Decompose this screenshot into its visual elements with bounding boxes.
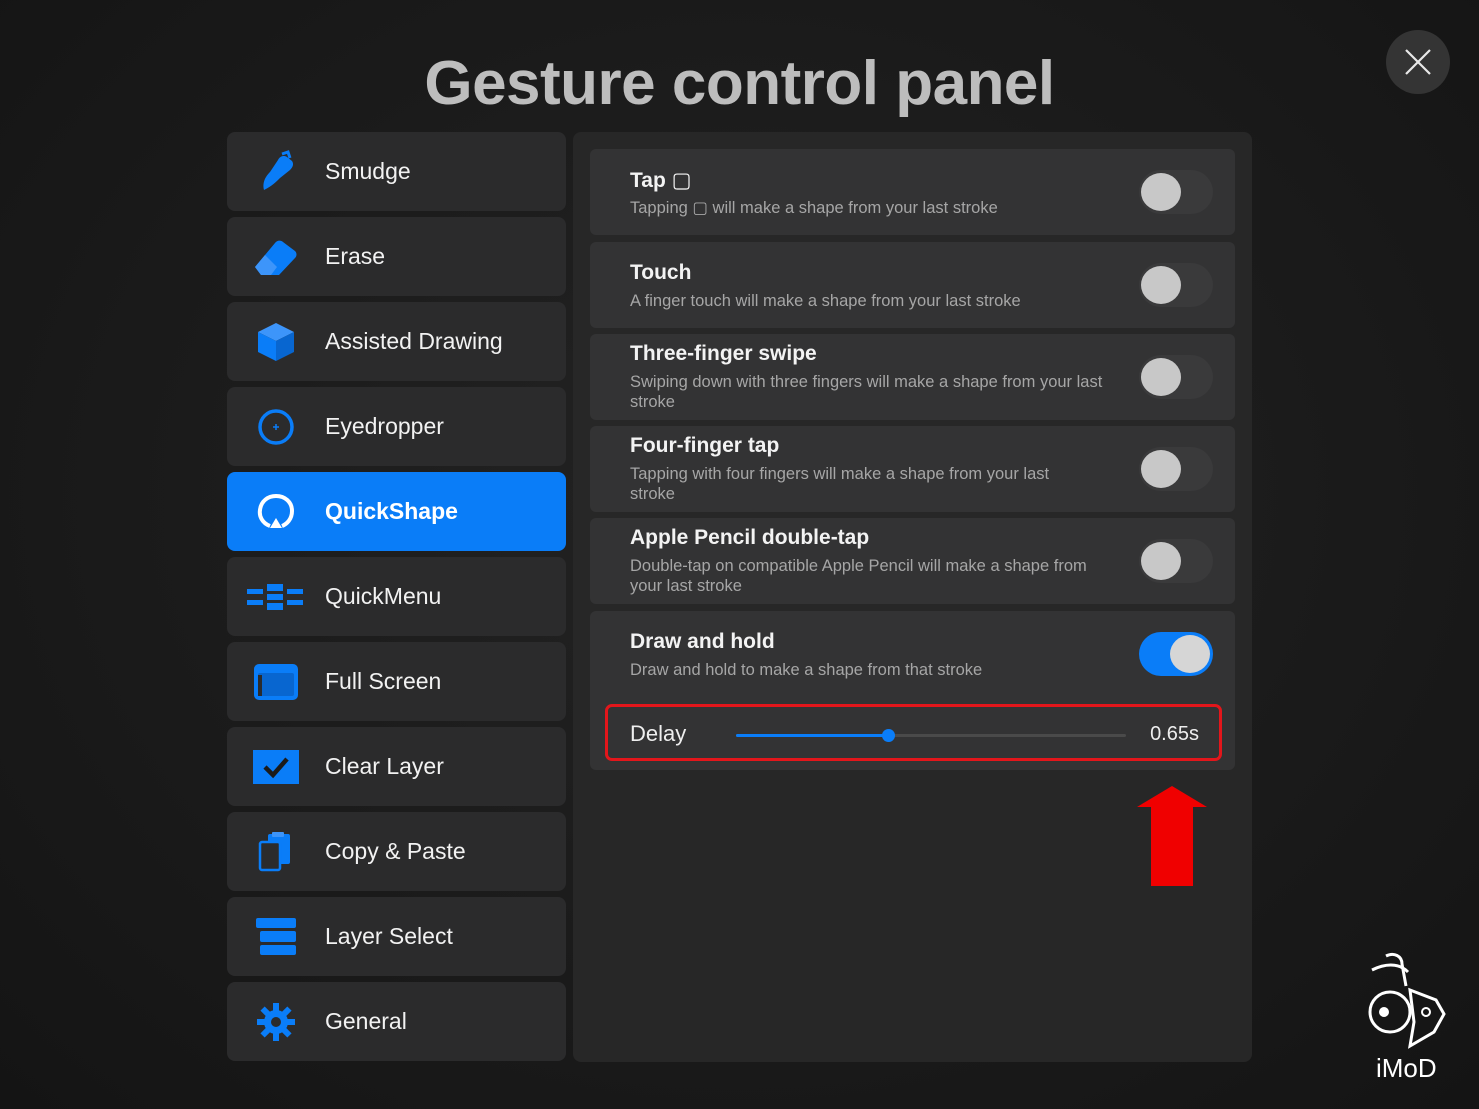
eyedropper-icon: [227, 387, 325, 466]
sidebar-item-eyedropper[interactable]: Eyedropper: [227, 387, 566, 466]
sidebar-item-label: General: [325, 1008, 407, 1034]
quickshape-icon: [227, 472, 325, 551]
fullscreen-icon: [227, 642, 325, 721]
setting-description: Draw and hold to make a shape from that …: [630, 661, 983, 679]
touch-toggle[interactable]: [1139, 263, 1213, 307]
apple-pencil-double-tap-toggle[interactable]: [1139, 539, 1213, 583]
three-finger-swipe-toggle[interactable]: [1139, 355, 1213, 399]
delay-value: 0.65s: [1150, 723, 1199, 745]
sidebar-item-general[interactable]: General: [227, 982, 566, 1061]
setting-row-apple-pencil-double-tap: Apple Pencil double-tap Double-tap on co…: [590, 518, 1235, 604]
sidebar-item-clear-layer[interactable]: Clear Layer: [227, 727, 566, 806]
sidebar-item-label: Assisted Drawing: [325, 328, 503, 354]
setting-description: Swiping down with three fingers will mak…: [630, 373, 1103, 411]
page-title: Gesture control panel: [424, 49, 1055, 118]
watermark-text: iMoD: [1376, 1053, 1437, 1083]
sidebar-item-label: Layer Select: [325, 923, 453, 949]
slider-fill: [736, 734, 889, 737]
setting-row-four-finger-tap: Four-finger tap Tapping with four finger…: [590, 426, 1235, 512]
toggle-knob: [1170, 635, 1210, 673]
sidebar-item-full-screen[interactable]: Full Screen: [227, 642, 566, 721]
setting-row-touch: Touch A finger touch will make a shape f…: [590, 242, 1235, 328]
toggle-knob: [1141, 450, 1181, 488]
cube-icon: [227, 302, 325, 381]
toggle-knob: [1141, 173, 1181, 211]
sidebar-item-label: Clear Layer: [325, 753, 444, 779]
setting-description: Tapping ▢ will make a shape from your la…: [630, 199, 998, 217]
layer-select-icon: [227, 897, 325, 976]
tap-toggle[interactable]: [1139, 170, 1213, 214]
sidebar-item-label: Eyedropper: [325, 413, 444, 439]
sidebar: Smudge Erase Assisted Drawing Eyedropper…: [227, 132, 566, 1067]
setting-title: Apple Pencil double-tap: [630, 526, 870, 549]
toggle-knob: [1141, 542, 1181, 580]
setting-title: Tap ▢: [630, 169, 692, 192]
clear-layer-icon: [227, 727, 325, 806]
red-arrow-icon: [1137, 786, 1207, 886]
sidebar-item-quickmenu[interactable]: QuickMenu: [227, 557, 566, 636]
four-finger-tap-toggle[interactable]: [1139, 447, 1213, 491]
sidebar-item-quickshape[interactable]: QuickShape: [227, 472, 566, 551]
sidebar-item-layer-select[interactable]: Layer Select: [227, 897, 566, 976]
sidebar-item-label: Erase: [325, 243, 386, 269]
gear-icon: [227, 982, 325, 1061]
setting-title: Three-finger swipe: [630, 342, 817, 365]
slider-thumb[interactable]: [882, 729, 896, 742]
sidebar-item-label: Copy & Paste: [325, 838, 466, 864]
close-button[interactable]: [1386, 30, 1450, 94]
setting-description: A finger touch will make a shape from yo…: [630, 292, 1021, 310]
setting-title: Touch: [630, 261, 692, 284]
sidebar-item-assisted-drawing[interactable]: Assisted Drawing: [227, 302, 566, 381]
delay-label: Delay: [630, 721, 687, 746]
setting-description: Double-tap on compatible Apple Pencil wi…: [630, 557, 1087, 595]
sidebar-item-label: QuickMenu: [325, 583, 442, 609]
delay-highlight: Delay 0.65s: [605, 704, 1222, 761]
sidebar-item-label: Smudge: [325, 158, 411, 184]
sidebar-item-erase[interactable]: Erase: [227, 217, 566, 296]
smudge-icon: [227, 132, 325, 211]
setting-row-three-finger-swipe: Three-finger swipe Swiping down with thr…: [590, 334, 1235, 420]
draw-and-hold-toggle[interactable]: [1139, 632, 1213, 676]
sidebar-item-label: QuickShape: [325, 498, 458, 524]
settings-panel: Tap ▢ Tapping ▢ will make a shape from y…: [573, 132, 1252, 1062]
sidebar-item-label: Full Screen: [325, 668, 442, 694]
sidebar-item-smudge[interactable]: Smudge: [227, 132, 566, 211]
eraser-icon: [227, 217, 325, 296]
toggle-knob: [1141, 266, 1181, 304]
quickmenu-icon: [227, 557, 325, 636]
close-icon: [1405, 49, 1431, 75]
delay-slider[interactable]: [736, 729, 1126, 742]
setting-row-tap: Tap ▢ Tapping ▢ will make a shape from y…: [590, 149, 1235, 235]
setting-title: Draw and hold: [630, 630, 775, 653]
copy-paste-icon: [227, 812, 325, 891]
sidebar-item-copy-paste[interactable]: Copy & Paste: [227, 812, 566, 891]
setting-title: Four-finger tap: [630, 434, 780, 457]
setting-description: Tapping with four fingers will make a sh…: [630, 465, 1050, 503]
toggle-knob: [1141, 358, 1181, 396]
